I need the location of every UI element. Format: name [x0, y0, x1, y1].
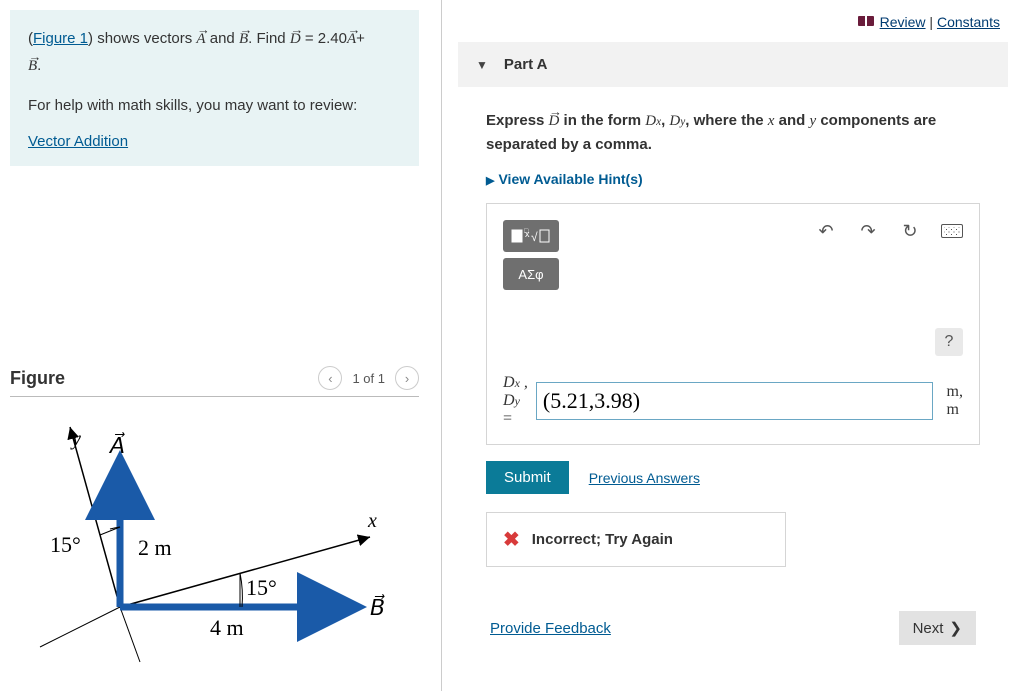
text: = 2.40: [301, 30, 347, 47]
provide-feedback-link[interactable]: Provide Feedback: [490, 620, 611, 637]
part-title: Part A: [504, 56, 548, 73]
text: and: [206, 30, 239, 47]
next-button[interactable]: Next❯: [899, 611, 976, 645]
vector-A: A: [196, 27, 205, 53]
help-text: For help with math skills, you may want …: [28, 93, 401, 119]
figure-image: y x A⃗ B⃗ 15° 2 m: [10, 417, 419, 670]
previous-answers-link[interactable]: Previous Answers: [589, 470, 700, 486]
text: |: [926, 14, 937, 30]
feedback-box: ✖ Incorrect; Try Again: [486, 512, 786, 567]
undo-icon[interactable]: ↶: [815, 220, 837, 242]
reset-icon[interactable]: ↻: [899, 220, 921, 242]
answer-panel: x□√ ΑΣφ ↶ ↷ ↻ ? Dx ,: [486, 203, 980, 445]
svg-text:A⃗: A⃗: [108, 432, 125, 458]
svg-text:y: y: [70, 428, 81, 450]
part-prompt: Express D in the form Dx, Dy, where the …: [486, 109, 980, 157]
svg-text:x: x: [367, 510, 377, 532]
vector-D: D: [290, 27, 301, 53]
problem-statement: (Figure 1) shows vectors A and B. Find D…: [10, 10, 419, 166]
view-hints-link[interactable]: ▶View Available Hint(s): [486, 171, 980, 187]
template-tool-button[interactable]: x□√: [503, 220, 559, 252]
submit-button[interactable]: Submit: [486, 461, 569, 494]
part-header[interactable]: ▼ Part A: [458, 42, 1008, 87]
answer-input[interactable]: [536, 382, 933, 420]
figure-next-button[interactable]: ›: [395, 366, 419, 390]
chevron-down-icon: ▼: [476, 58, 488, 72]
answer-units: m, m: [947, 383, 963, 419]
svg-text:15°: 15°: [246, 575, 277, 600]
feedback-text: Incorrect; Try Again: [532, 531, 673, 548]
figure-heading: Figure: [10, 368, 65, 389]
figure-link[interactable]: Figure 1: [33, 30, 88, 47]
chevron-right-icon: ❯: [949, 619, 962, 637]
answer-label: Dx , Dy =: [503, 374, 528, 428]
redo-icon[interactable]: ↷: [857, 220, 879, 242]
x-icon: ✖: [503, 527, 520, 552]
review-link[interactable]: Review: [880, 14, 926, 30]
text: . Find: [248, 30, 290, 47]
svg-text:√: √: [531, 230, 538, 244]
vector-addition-link[interactable]: Vector Addition: [28, 133, 128, 150]
text: ) shows vectors: [88, 30, 196, 47]
keyboard-icon[interactable]: [941, 220, 963, 242]
svg-text:B⃗: B⃗: [370, 594, 385, 620]
book-icon: [858, 16, 874, 28]
greek-tool-button[interactable]: ΑΣφ: [503, 258, 559, 290]
vector-B: B: [239, 27, 248, 53]
svg-text:15°: 15°: [50, 532, 81, 557]
vector-B: B: [28, 54, 37, 80]
triangle-right-icon: ▶: [486, 175, 494, 187]
figure-pager-text: 1 of 1: [352, 371, 385, 386]
help-button[interactable]: ?: [935, 328, 963, 356]
constants-link[interactable]: Constants: [937, 14, 1000, 30]
figure-prev-button[interactable]: ‹: [318, 366, 342, 390]
svg-text:4 m: 4 m: [210, 615, 244, 640]
vector-A: A: [347, 27, 356, 53]
top-links: Review | Constants: [458, 10, 1008, 42]
svg-text:2 m: 2 m: [138, 535, 172, 560]
